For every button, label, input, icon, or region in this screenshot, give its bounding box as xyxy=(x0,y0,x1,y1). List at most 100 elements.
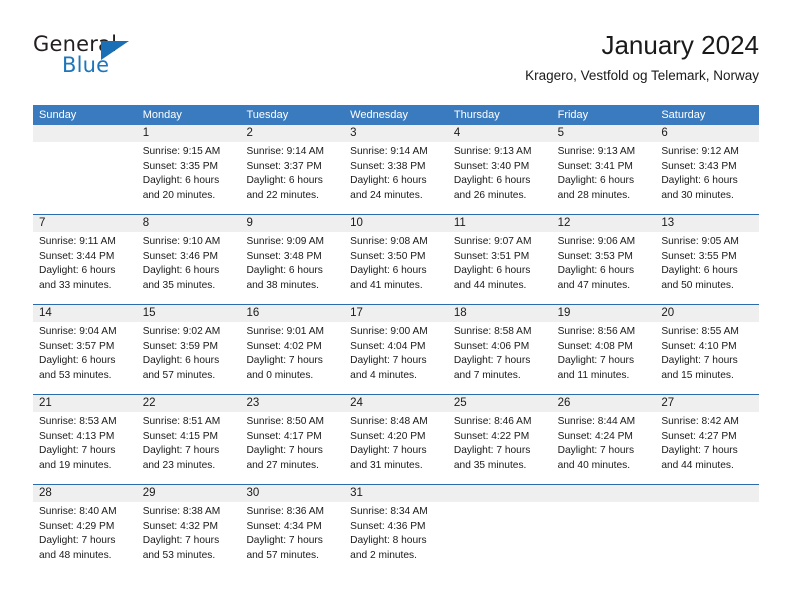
day-number-empty xyxy=(448,485,552,502)
day-detail-line: Daylight: 6 hours xyxy=(453,265,531,277)
day-detail-line: Daylight: 7 hours xyxy=(39,445,116,457)
day-detail-line: Sunset: 4:08 PM xyxy=(557,340,633,352)
day-number[interactable]: 29 xyxy=(137,485,241,502)
day-number[interactable]: 16 xyxy=(240,305,344,322)
day-cell[interactable]: Sunrise: 9:11 AM Sunset: 3:44 PM Daylight:… xyxy=(33,232,137,304)
day-cell[interactable]: Sunrise: 9:01 AM Sunset: 4:02 PM Daylight:… xyxy=(240,322,344,394)
day-number[interactable]: 18 xyxy=(448,305,552,322)
day-detail-line: and 4 minutes. xyxy=(350,369,417,381)
day-number[interactable]: 8 xyxy=(137,215,241,232)
day-number[interactable]: 25 xyxy=(448,395,552,412)
day-number[interactable]: 4 xyxy=(448,125,552,142)
general-blue-logo[interactable]: General Blue xyxy=(33,32,213,88)
day-detail-line: and 41 minutes. xyxy=(350,279,423,291)
day-number[interactable]: 7 xyxy=(33,215,137,232)
day-detail-line: and 23 minutes. xyxy=(142,459,216,471)
day-cell[interactable]: Sunrise: 9:14 AM Sunset: 3:38 PM Daylight:… xyxy=(344,142,448,214)
day-cell[interactable]: Sunrise: 9:04 AM Sunset: 3:57 PM Daylight:… xyxy=(33,322,137,394)
day-cell[interactable]: Sunrise: 9:12 AM Sunset: 3:43 PM Daylight:… xyxy=(655,142,759,214)
day-cell[interactable]: Sunrise: 8:48 AM Sunset: 4:20 PM Daylight:… xyxy=(344,412,448,484)
day-cell[interactable]: Sunrise: 8:42 AM Sunset: 4:27 PM Daylight:… xyxy=(655,412,759,484)
day-number[interactable]: 24 xyxy=(344,395,448,412)
day-number[interactable]: 19 xyxy=(552,305,656,322)
day-cell[interactable]: Sunrise: 8:56 AM Sunset: 4:08 PM Daylight:… xyxy=(552,322,656,394)
day-number[interactable]: 14 xyxy=(33,305,137,322)
calendar-week-row: 1 2 3 4 5 6 Sunrise: 9:15 AM Sunset: 3:35 PM Day… xyxy=(33,125,759,214)
day-detail-line: Sunrise: 9:13 AM xyxy=(453,146,532,157)
day-cell[interactable]: Sunrise: 8:34 AM Sunset: 4:36 PM Daylight:… xyxy=(344,502,448,574)
day-number[interactable]: 1 xyxy=(137,125,241,142)
day-cell[interactable]: Sunrise: 9:15 AM Sunset: 3:35 PM Daylight:… xyxy=(137,142,241,214)
day-detail-line: and 31 minutes. xyxy=(350,459,423,471)
day-number[interactable]: 15 xyxy=(137,305,241,322)
day-detail-line: and 30 minutes. xyxy=(661,189,734,201)
day-cell[interactable]: Sunrise: 8:51 AM Sunset: 4:15 PM Daylight:… xyxy=(137,412,241,484)
day-detail-line: Sunrise: 8:51 AM xyxy=(142,416,221,427)
day-cell[interactable]: Sunrise: 9:13 AM Sunset: 3:41 PM Daylight:… xyxy=(552,142,656,214)
page-subtitle: Kragero, Vestfold og Telemark, Norway xyxy=(525,68,759,83)
day-cell[interactable]: Sunrise: 9:10 AM Sunset: 3:46 PM Daylight:… xyxy=(137,232,241,304)
day-cell[interactable]: Sunrise: 8:55 AM Sunset: 4:10 PM Daylight:… xyxy=(655,322,759,394)
day-detail-line: Sunset: 4:06 PM xyxy=(453,340,530,352)
day-cell[interactable]: Sunrise: 9:09 AM Sunset: 3:48 PM Daylight:… xyxy=(240,232,344,304)
day-cell[interactable]: Sunrise: 9:08 AM Sunset: 3:50 PM Daylight:… xyxy=(344,232,448,304)
day-detail-line: and 35 minutes. xyxy=(142,279,216,291)
day-cell[interactable]: Sunrise: 8:50 AM Sunset: 4:17 PM Daylight:… xyxy=(240,412,344,484)
day-number[interactable]: 27 xyxy=(655,395,759,412)
day-number-empty xyxy=(33,125,137,142)
day-number[interactable]: 26 xyxy=(552,395,656,412)
day-detail-line: Daylight: 6 hours xyxy=(39,355,116,367)
day-cell[interactable]: Sunrise: 9:14 AM Sunset: 3:37 PM Daylight:… xyxy=(240,142,344,214)
day-number[interactable]: 22 xyxy=(137,395,241,412)
day-detail-line: Sunrise: 9:07 AM xyxy=(453,236,532,247)
day-cell[interactable]: Sunrise: 9:02 AM Sunset: 3:59 PM Daylight:… xyxy=(137,322,241,394)
day-detail-line: Sunrise: 9:08 AM xyxy=(350,236,428,247)
day-number[interactable]: 2 xyxy=(240,125,344,142)
day-cell[interactable]: Sunrise: 8:53 AM Sunset: 4:13 PM Daylight:… xyxy=(33,412,137,484)
day-detail-line: Daylight: 6 hours xyxy=(557,265,635,277)
day-detail-line: Sunrise: 9:14 AM xyxy=(350,146,428,157)
day-cell[interactable]: Sunrise: 8:58 AM Sunset: 4:06 PM Daylight:… xyxy=(448,322,552,394)
day-cell[interactable]: Sunrise: 9:05 AM Sunset: 3:55 PM Daylight:… xyxy=(655,232,759,304)
day-number[interactable]: 13 xyxy=(655,215,759,232)
day-detail-line: and 50 minutes. xyxy=(661,279,734,291)
calendar-week-row: 14 15 16 17 18 19 20 Sunrise: 9:04 AM Sunset: 3:… xyxy=(33,304,759,394)
day-detail-line: Sunrise: 8:42 AM xyxy=(661,416,739,427)
day-detail-line: and 15 minutes. xyxy=(661,369,734,381)
day-number[interactable]: 21 xyxy=(33,395,137,412)
day-detail-line: Sunset: 3:43 PM xyxy=(661,160,737,172)
day-number[interactable]: 12 xyxy=(552,215,656,232)
day-cell[interactable]: Sunrise: 9:07 AM Sunset: 3:51 PM Daylight:… xyxy=(448,232,552,304)
day-cell[interactable]: Sunrise: 9:13 AM Sunset: 3:40 PM Daylight:… xyxy=(448,142,552,214)
weekday-header-friday: Friday xyxy=(557,109,589,121)
day-detail-line: Daylight: 6 hours xyxy=(246,265,323,277)
day-number[interactable]: 11 xyxy=(448,215,552,232)
day-number[interactable]: 9 xyxy=(240,215,344,232)
day-number[interactable]: 17 xyxy=(344,305,448,322)
day-detail-line: Daylight: 7 hours xyxy=(661,445,738,457)
calendar-week-row: 28 29 30 31 Sunrise: 8:40 AM Sunset: 4:29 PM D… xyxy=(33,484,759,574)
page-header: General Blue January 2024 Kragero, Vestf… xyxy=(33,28,759,100)
day-cell[interactable]: Sunrise: 8:46 AM Sunset: 4:22 PM Daylight:… xyxy=(448,412,552,484)
day-number[interactable]: 20 xyxy=(655,305,759,322)
day-detail-line: Daylight: 7 hours xyxy=(350,355,427,367)
day-cell[interactable]: Sunrise: 9:00 AM Sunset: 4:04 PM Daylight:… xyxy=(344,322,448,394)
day-number[interactable]: 30 xyxy=(240,485,344,502)
day-detail-line: Sunrise: 9:02 AM xyxy=(142,326,221,337)
day-number[interactable]: 31 xyxy=(344,485,448,502)
day-detail-line: Daylight: 7 hours xyxy=(557,355,635,367)
week-daynumber-strip: 123456 xyxy=(33,125,759,142)
day-number[interactable]: 6 xyxy=(655,125,759,142)
day-number[interactable]: 5 xyxy=(552,125,656,142)
day-number[interactable]: 23 xyxy=(240,395,344,412)
day-detail-line: and 40 minutes. xyxy=(557,459,631,471)
day-cell[interactable]: Sunrise: 8:38 AM Sunset: 4:32 PM Daylight:… xyxy=(137,502,241,574)
day-number[interactable]: 10 xyxy=(344,215,448,232)
day-number[interactable]: 28 xyxy=(33,485,137,502)
day-cell[interactable]: Sunrise: 8:44 AM Sunset: 4:24 PM Daylight:… xyxy=(552,412,656,484)
day-number[interactable]: 3 xyxy=(344,125,448,142)
day-cell[interactable]: Sunrise: 8:40 AM Sunset: 4:29 PM Daylight:… xyxy=(33,502,137,574)
day-detail-line: and 11 minutes. xyxy=(557,369,630,381)
day-cell[interactable]: Sunrise: 9:06 AM Sunset: 3:53 PM Daylight:… xyxy=(552,232,656,304)
day-cell[interactable]: Sunrise: 8:36 AM Sunset: 4:34 PM Daylight:… xyxy=(240,502,344,574)
